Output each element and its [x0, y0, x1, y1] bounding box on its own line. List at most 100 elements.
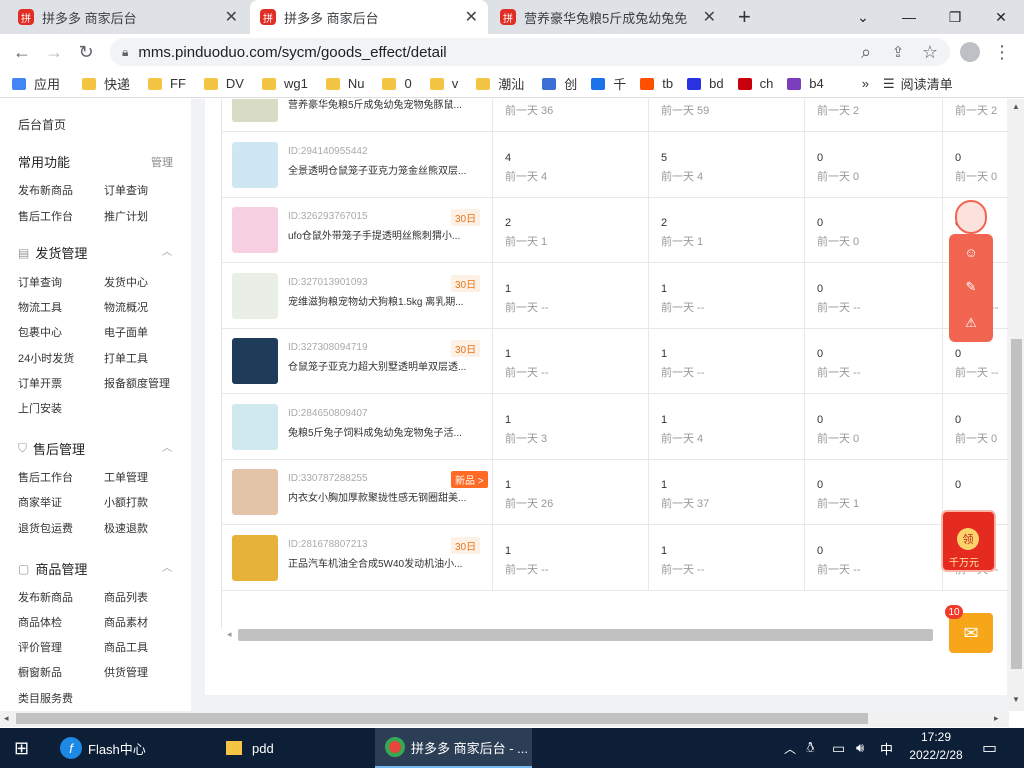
sidebar-item[interactable]: 商品工具	[104, 639, 148, 655]
bookmark-folder[interactable]: wg1	[261, 76, 308, 91]
volume-icon[interactable]: 🔊︎	[856, 728, 864, 768]
shipping-section[interactable]: ▤ 发货管理	[18, 243, 87, 262]
chevron-up-icon[interactable]: ︿	[162, 439, 172, 454]
menu-kebab-icon[interactable]: ⋮	[992, 42, 1012, 62]
sidebar-item[interactable]: 小额打款	[104, 494, 148, 510]
sidebar-item[interactable]: 包裹中心	[18, 324, 62, 340]
bookmark-star-icon[interactable]: ☆	[920, 42, 940, 62]
zoom-icon[interactable]: ⌕	[856, 42, 876, 62]
qq-icon[interactable]: 🐧︎	[806, 728, 815, 768]
bookmark-folder[interactable]: v	[429, 76, 458, 91]
sidebar-item[interactable]: 评价管理	[18, 639, 62, 655]
message-button[interactable]: ✉	[949, 613, 993, 653]
scrollbar-thumb[interactable]	[238, 629, 933, 641]
page-horizontal-scrollbar[interactable]: ◂ ▸	[0, 711, 1009, 727]
chat-icon[interactable]: ☺	[962, 243, 980, 261]
restore-icon[interactable]: ❐	[932, 0, 978, 34]
reading-list[interactable]: ☰ 阅读清单	[883, 74, 953, 93]
edit-icon[interactable]: ✎	[962, 278, 980, 296]
sidebar-item[interactable]: 订单开票	[18, 375, 62, 391]
table-horizontal-scrollbar[interactable]: ◂	[227, 629, 1005, 641]
sidebar-item[interactable]: 工单管理	[104, 469, 148, 485]
product-thumbnail[interactable]	[232, 272, 278, 319]
sidebar-item[interactable]: 订单查询	[104, 182, 148, 198]
tab-close-icon[interactable]: ✕	[465, 7, 478, 27]
bookmarks-more[interactable]: »	[862, 76, 869, 91]
scrollbar-thumb[interactable]	[16, 713, 868, 724]
close-window-icon[interactable]: ✕	[978, 0, 1024, 34]
sidebar-item[interactable]: 打单工具	[104, 350, 148, 366]
sidebar-item[interactable]: 电子面单	[104, 324, 148, 340]
back-icon[interactable]: ←	[12, 42, 32, 62]
reload-icon[interactable]: ↻	[76, 42, 96, 62]
tab-pdd-1[interactable]: 拼 拼多多 商家后台 ✕	[8, 0, 248, 34]
forward-icon[interactable]: →	[44, 42, 64, 62]
bookmark-link[interactable]: bd	[687, 76, 724, 91]
bookmark-link[interactable]: tb	[640, 76, 673, 91]
bookmark-link[interactable]: ch	[737, 76, 773, 91]
scroll-left-icon[interactable]: ◂	[227, 629, 232, 640]
share-icon[interactable]: ⇪	[888, 42, 908, 62]
scrollbar-thumb[interactable]	[1011, 339, 1022, 669]
red-packet-widget[interactable]: 领 千万元	[941, 510, 996, 572]
sidebar-item[interactable]: 类目服务费	[18, 690, 73, 706]
tab-close-icon[interactable]: ✕	[225, 7, 238, 27]
notification-icon[interactable]: ▭	[982, 728, 997, 768]
sidebar-item[interactable]: 推广计划	[104, 208, 148, 224]
sidebar-item[interactable]: 物流概况	[104, 299, 148, 315]
mascot-icon[interactable]	[955, 200, 987, 234]
aftersale-section[interactable]: ⛉ 售后管理	[18, 439, 85, 458]
product-name[interactable]: 仓鼠笼子亚克力超大别墅透明单双层透...	[288, 358, 478, 373]
bookmark-folder[interactable]: FF	[148, 76, 186, 91]
scroll-left-icon[interactable]: ◂	[4, 713, 9, 724]
bookmark-apps[interactable]: 应用	[12, 74, 60, 93]
product-thumbnail[interactable]	[232, 141, 278, 188]
minimize-icon[interactable]: —	[886, 0, 932, 34]
product-name[interactable]: 宠维滋狗粮宠物幼犬狗粮1.5kg 离乳期...	[288, 293, 478, 308]
windows-start-icon[interactable]: ⊞	[14, 728, 29, 768]
sidebar-item[interactable]: 商品列表	[104, 589, 148, 605]
clock-date[interactable]: 2022/2/28	[904, 748, 968, 762]
product-name[interactable]: 全景透明仓鼠笼子亚克力笼金丝熊双层...	[288, 162, 478, 177]
bookmark-folder[interactable]: 0	[382, 76, 412, 91]
sidebar-item[interactable]: 商家举证	[18, 494, 62, 510]
sidebar-item[interactable]: 退货包运费	[18, 520, 73, 536]
sidebar-item[interactable]: 24小时发货	[18, 350, 74, 366]
sidebar-item[interactable]: 订单查询	[18, 274, 62, 290]
chevron-up-icon[interactable]: ︿	[162, 243, 172, 258]
sidebar-item[interactable]: 极速退款	[104, 520, 148, 536]
sidebar-home[interactable]: 后台首页	[18, 116, 66, 133]
bookmark-link[interactable]: b4	[787, 76, 824, 91]
product-name[interactable]: 兔粮5斤兔子饲料成兔幼兔宠物兔子活...	[288, 424, 478, 439]
sidebar-item[interactable]: 橱窗新品	[18, 664, 62, 680]
sidebar-item[interactable]: 上门安装	[18, 400, 62, 416]
page-vertical-scrollbar[interactable]: ▲ ▼	[1009, 99, 1024, 711]
scroll-up-icon[interactable]: ▲	[1012, 102, 1020, 111]
sidebar-item[interactable]: 物流工具	[18, 299, 62, 315]
tray-expand-icon[interactable]: ︿	[784, 728, 796, 768]
sidebar-item[interactable]: 报备额度管理	[104, 375, 170, 391]
scroll-right-icon[interactable]: ▸	[994, 713, 999, 724]
sidebar-item[interactable]: 售后工作台	[18, 208, 73, 224]
taskbar-flash[interactable]: f Flash中心	[60, 728, 146, 768]
product-thumbnail[interactable]	[232, 403, 278, 450]
address-bar[interactable]: 🔒︎ mms.pinduoduo.com/sycm/goods_effect/d…	[110, 38, 950, 66]
product-name[interactable]: 营养豪华兔粮5斤成兔幼兔宠物兔豚鼠...	[288, 99, 478, 111]
clock-time[interactable]: 17:29	[904, 730, 968, 744]
bookmark-link[interactable]: 千	[591, 74, 626, 93]
chevron-up-icon[interactable]: ︿	[162, 559, 172, 574]
sidebar-item[interactable]: 供货管理	[104, 664, 148, 680]
new-tab-button[interactable]: +	[738, 4, 751, 30]
taskbar-pdd-folder[interactable]: pdd	[226, 728, 274, 768]
bookmark-folder[interactable]: DV	[203, 76, 244, 91]
product-name[interactable]: 正品汽车机油全合成5W40发动机油小...	[288, 555, 478, 570]
sidebar-item[interactable]: 商品素材	[104, 614, 148, 630]
taskbar-chrome[interactable]: 拼多多 商家后台 - ...	[375, 728, 532, 768]
product-thumbnail[interactable]	[232, 207, 278, 253]
warning-icon[interactable]: ⚠	[962, 314, 980, 332]
sidebar-item[interactable]: 发布新商品	[18, 589, 73, 605]
product-name[interactable]: 内衣女小胸加厚款聚拢性感无钢圈甜美...	[288, 489, 478, 504]
bookmark-folder[interactable]: 潮汕	[476, 74, 524, 93]
bookmark-link[interactable]: 创	[542, 74, 577, 93]
product-thumbnail[interactable]	[232, 99, 278, 122]
